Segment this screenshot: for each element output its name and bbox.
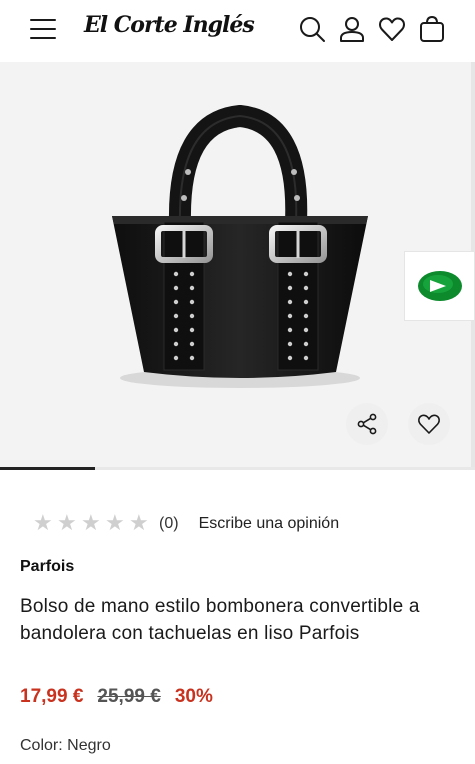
original-price: 25,99 € [97,686,161,707]
product-brand[interactable]: Parfois [20,558,74,576]
color-label: Color: [20,737,63,754]
star-icon: ★ [81,511,101,536]
color-value: Negro [67,737,111,754]
price-row: 17,99 € 25,99 € 30% [20,686,213,708]
search-icon[interactable] [298,15,326,43]
product-title: Bolso de mano estilo bombonera convertib… [20,596,420,644]
heart-icon[interactable] [378,15,406,43]
wishlist-button[interactable] [408,403,450,445]
rating-row: ★ ★ ★ ★ ★ (0) Escribe una opinión [33,512,339,536]
current-price: 17,99 € [20,686,84,707]
heart-icon [418,414,440,434]
brand-logo[interactable]: El Corte Inglés [84,12,255,38]
rating-count: (0) [159,515,179,532]
gallery-progress-fill [0,467,95,470]
star-icon: ★ [57,511,77,536]
menu-line [30,19,56,21]
bag-icon[interactable] [418,15,446,43]
star-icon: ★ [129,511,149,536]
promo-badge[interactable] [404,251,475,321]
product-image[interactable] [100,102,380,432]
user-icon[interactable] [338,15,366,43]
menu-icon[interactable] [30,18,56,40]
write-review-link[interactable]: Escribe una opinión [199,515,340,533]
product-gallery[interactable] [0,62,475,470]
top-header: El Corte Inglés [0,0,475,62]
star-icon: ★ [33,511,53,536]
discount-badge: 30% [174,686,213,707]
menu-line [30,28,56,30]
menu-line [30,37,56,39]
star-icon: ★ [105,511,125,536]
share-button[interactable] [346,403,388,445]
color-selection: Color: Negro [20,737,111,755]
share-icon [357,413,377,435]
play-icon [417,271,462,301]
rating-stars[interactable]: ★ ★ ★ ★ ★ [33,512,153,536]
